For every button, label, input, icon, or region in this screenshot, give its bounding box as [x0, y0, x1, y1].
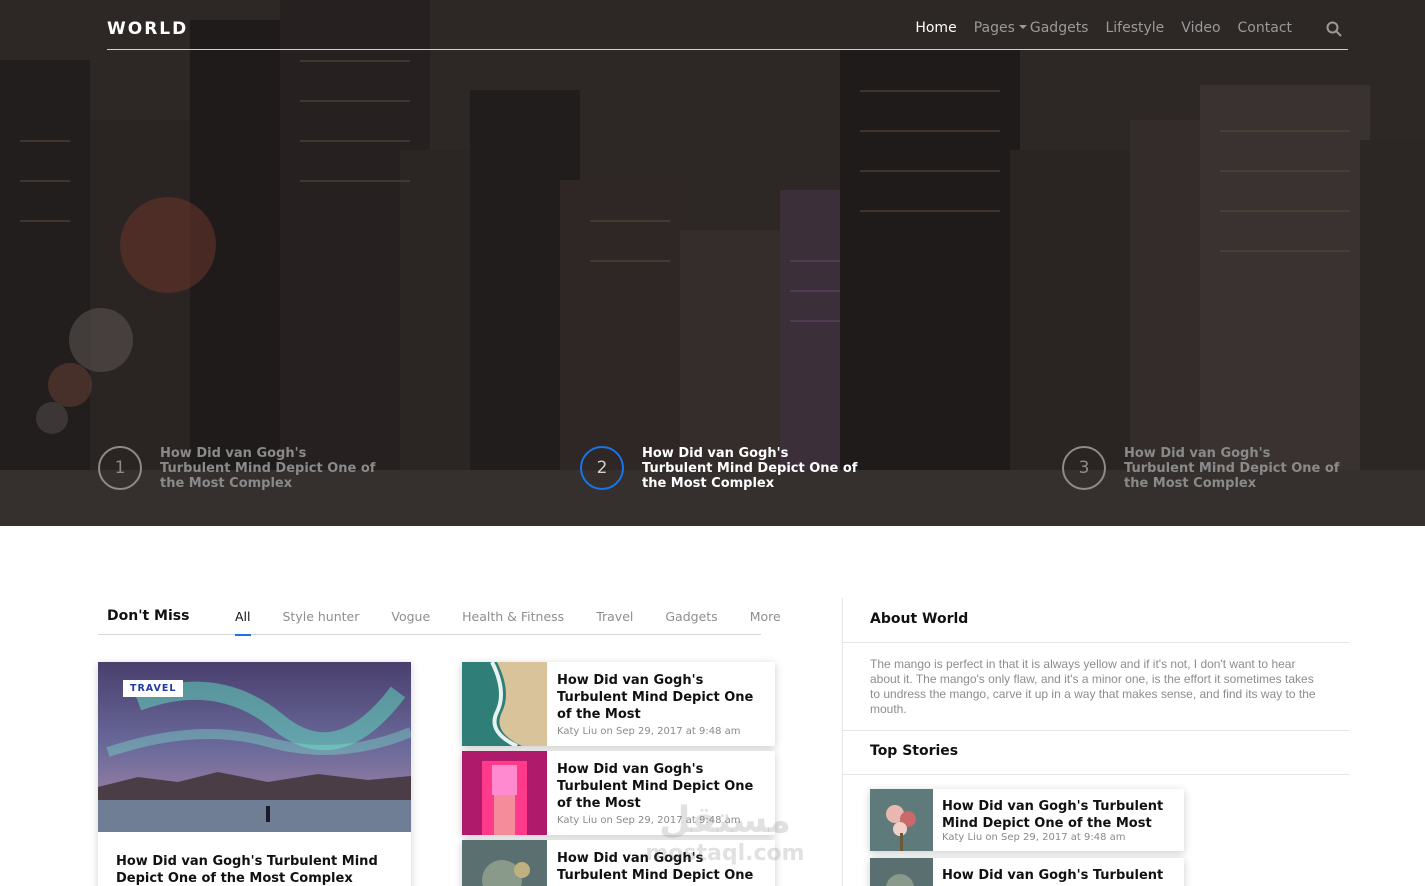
- article-card[interactable]: How Did van Gogh's Turbulent Mind Depict…: [462, 662, 775, 746]
- hero-slider: WORLD Home Pages Gadgets Lifestyle Video…: [0, 0, 1425, 526]
- food-thumbnail: [462, 840, 547, 886]
- watermark-url: mostaql.com: [645, 841, 805, 866]
- article-title[interactable]: How Did van Gogh's Turbulent Mind Depict…: [116, 853, 401, 886]
- tab-all[interactable]: All: [235, 609, 251, 636]
- featured-article-card[interactable]: TRAVEL How Did van Gogh's Turbulent Mind…: [98, 662, 411, 886]
- slide-number: 1: [98, 446, 142, 490]
- watermark-arabic: مستقل: [659, 800, 791, 841]
- tab-travel[interactable]: Travel: [596, 609, 633, 624]
- top-navbar: WORLD Home Pages Gadgets Lifestyle Video…: [107, 0, 1348, 50]
- nav-item-pages[interactable]: Pages: [974, 20, 1030, 36]
- nav-item-contact[interactable]: Contact: [1238, 20, 1292, 36]
- nav-item-pages-label: Pages: [973, 20, 1015, 36]
- slide-indicator-2[interactable]: 2 How Did van Gogh's Turbulent Mind Depi…: [580, 445, 862, 491]
- story-meta: Katy Liu on Sep 29, 2017 at 9:48 am: [942, 832, 1126, 843]
- story-title[interactable]: How Did van Gogh's Turbulent Mind: [942, 867, 1178, 886]
- about-title: About World: [870, 611, 969, 627]
- aurora-image: TRAVEL: [98, 662, 411, 832]
- nav-item-lifestyle[interactable]: Lifestyle: [1105, 20, 1164, 36]
- about-text: The mango is perfect in that it is alway…: [870, 657, 1316, 716]
- tab-health-fitness[interactable]: Health & Fitness: [462, 609, 564, 624]
- tab-style-hunter[interactable]: Style hunter: [283, 609, 360, 624]
- category-tabs: All Style hunter Vogue Health & Fitness …: [235, 609, 813, 636]
- divider: [843, 774, 1349, 775]
- nav-item-gadgets[interactable]: Gadgets: [1030, 20, 1089, 36]
- main-menu: Home Pages Gadgets Lifestyle Video Conta…: [898, 20, 1292, 36]
- slide-title: How Did van Gogh's Turbulent Mind Depict…: [160, 445, 376, 491]
- slide-number: 3: [1062, 446, 1106, 490]
- chevron-down-icon: [1018, 25, 1027, 29]
- dont-miss-header: Don't Miss All Style hunter Vogue Health…: [98, 598, 781, 636]
- top-story-card[interactable]: How Did van Gogh's Turbulent Mind Depict…: [870, 789, 1184, 851]
- food-thumbnail: [870, 858, 933, 886]
- slide-indicator-1[interactable]: 1 How Did van Gogh's Turbulent Mind Depi…: [98, 445, 380, 491]
- story-title[interactable]: How Did van Gogh's Turbulent Mind Depict…: [942, 798, 1178, 832]
- neon-corridor-thumbnail: [462, 751, 547, 835]
- divider: [843, 642, 1349, 643]
- flowers-thumbnail: [870, 789, 933, 851]
- article-title[interactable]: How Did van Gogh's Turbulent Mind Depict…: [557, 672, 767, 723]
- slide-indicator-3[interactable]: 3 How Did van Gogh's Turbulent Mind Depi…: [1062, 445, 1344, 491]
- site-logo[interactable]: WORLD: [107, 19, 188, 39]
- top-stories-title: Top Stories: [870, 743, 959, 759]
- slide-title: How Did van Gogh's Turbulent Mind Depict…: [1124, 445, 1340, 491]
- search-icon[interactable]: [1326, 21, 1342, 37]
- nav-item-home[interactable]: Home: [915, 20, 956, 36]
- article-meta: Katy Liu on Sep 29, 2017 at 9:48 am: [557, 726, 741, 737]
- tab-vogue[interactable]: Vogue: [391, 609, 430, 624]
- slide-title: How Did van Gogh's Turbulent Mind Depict…: [642, 445, 858, 491]
- slide-number: 2: [580, 446, 624, 490]
- tab-gadgets[interactable]: Gadgets: [665, 609, 717, 624]
- top-story-card[interactable]: How Did van Gogh's Turbulent Mind: [870, 858, 1184, 886]
- section-title: Don't Miss: [107, 608, 190, 624]
- divider: [843, 730, 1349, 731]
- beach-aerial-thumbnail: [462, 662, 547, 746]
- category-badge[interactable]: TRAVEL: [123, 680, 184, 697]
- nav-item-video[interactable]: Video: [1181, 20, 1220, 36]
- watermark-logo: مستقل mostaql.com: [640, 800, 810, 870]
- sidebar: About World The mango is perfect in that…: [842, 598, 1349, 886]
- tab-more[interactable]: More: [750, 609, 781, 624]
